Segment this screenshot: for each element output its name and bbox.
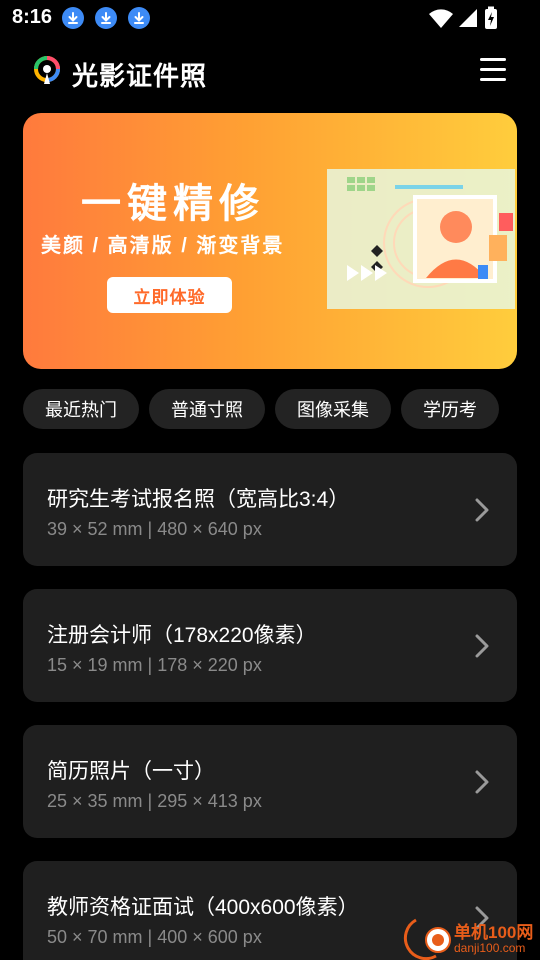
tab-image-capture[interactable]: 图像采集 — [275, 389, 391, 429]
chevron-right-icon — [475, 498, 489, 522]
status-time: 8:16 — [12, 6, 53, 28]
app-logo-icon — [34, 56, 60, 84]
site-watermark: 单机100网 danji100.com — [388, 914, 540, 960]
item-title: 简历照片（一寸） — [47, 760, 215, 783]
app-bar: 光影证件照 — [0, 46, 540, 98]
portrait-illustration-icon — [327, 169, 515, 309]
battery-charging-icon — [485, 6, 497, 29]
item-title: 研究生考试报名照（宽高比3:4） — [47, 488, 350, 511]
wifi-icon — [429, 9, 453, 28]
category-tabs: 最近热门 普通寸照 图像采集 学历考 — [23, 389, 540, 429]
banner-title: 一键精修 — [81, 182, 265, 226]
item-spec: 39 × 52 mm | 480 × 640 px — [47, 519, 262, 539]
status-bar: 8:16 — [0, 0, 540, 36]
item-spec: 15 × 19 mm | 178 × 220 px — [47, 655, 262, 675]
tab-education-exam[interactable]: 学历考 — [401, 389, 499, 429]
watermark-url: danji100.com — [454, 941, 526, 955]
download-icon — [95, 7, 117, 29]
tab-recent-hot[interactable]: 最近热门 — [23, 389, 139, 429]
app-title: 光影证件照 — [72, 61, 208, 91]
signal-icon — [459, 9, 477, 27]
list-item[interactable]: 研究生考试报名照（宽高比3:4） 39 × 52 mm | 480 × 640 … — [23, 453, 517, 566]
list-item[interactable]: 注册会计师（178x220像素） 15 × 19 mm | 178 × 220 … — [23, 589, 517, 702]
list-item[interactable]: 简历照片（一寸） 25 × 35 mm | 295 × 413 px — [23, 725, 517, 838]
hamburger-menu-icon[interactable] — [480, 58, 506, 82]
chevron-right-icon — [475, 634, 489, 658]
watermark-title: 单机100网 — [454, 923, 534, 942]
download-icon — [62, 7, 84, 29]
try-now-button[interactable]: 立即体验 — [107, 277, 232, 313]
chevron-right-icon — [475, 770, 489, 794]
item-spec: 50 × 70 mm | 400 × 600 px — [47, 927, 262, 947]
item-title: 注册会计师（178x220像素） — [47, 624, 317, 647]
item-title: 教师资格证面试（400x600像素） — [47, 896, 359, 919]
download-icon — [128, 7, 150, 29]
tab-standard-photo[interactable]: 普通寸照 — [149, 389, 265, 429]
watermark-logo-icon — [403, 918, 451, 960]
item-spec: 25 × 35 mm | 295 × 413 px — [47, 791, 262, 811]
promo-banner[interactable]: 一键精修 美颜 / 高清版 / 渐变背景 立即体验 — [23, 113, 517, 369]
banner-subtitle: 美颜 / 高清版 / 渐变背景 — [41, 235, 285, 257]
